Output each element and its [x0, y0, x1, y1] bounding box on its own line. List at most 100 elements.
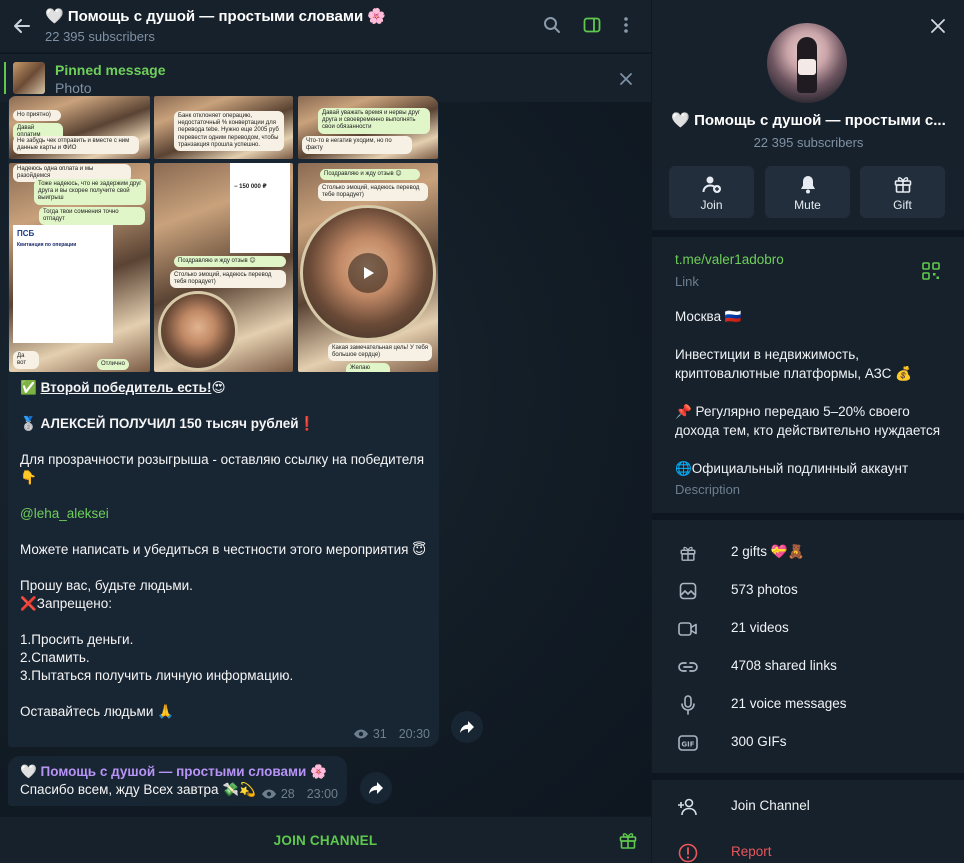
chat-title[interactable]: 🤍 Помощь с душой — простыми словами 🌸	[45, 7, 386, 25]
message-line: Прошу вас, будьте людьми. ❌Запрещено:	[20, 578, 193, 611]
join-button[interactable]: Join	[669, 166, 754, 218]
gifs-label: 300 GIFs	[731, 734, 787, 749]
transfer-screenshot: − 150 000 ₽	[230, 163, 290, 253]
links-label: 4708 shared links	[731, 658, 837, 673]
message-author[interactable]: 🤍 Помощь с душой — простыми словами 🌸	[20, 764, 327, 780]
avatar[interactable]	[767, 23, 847, 103]
message-line: 🥈 АЛЕКСЕЙ ПОЛУЧИЛ 150 тысяч рублей❗️	[20, 416, 316, 431]
forward-icon[interactable]	[360, 772, 392, 804]
user-mention-link[interactable]: @leha_aleksei	[20, 505, 430, 523]
join-channel-row[interactable]: Join Channel	[652, 786, 964, 826]
message-bubble[interactable]: 🤍 Помощь с душой — простыми словами 🌸 Сп…	[8, 756, 347, 806]
album-photo[interactable]: Банк отклоняет операцию, недостаточный %…	[154, 96, 293, 159]
photo-chat-text: Столько эмоций, надеюсь перевод тебя пор…	[170, 270, 286, 289]
link-label: Link	[675, 274, 699, 289]
bell-icon	[765, 174, 850, 194]
avatar-corset	[798, 59, 816, 75]
report-icon	[676, 841, 700, 863]
view-count: 31	[372, 727, 387, 741]
channel-link[interactable]: t.me/valer1adobro	[675, 252, 784, 267]
check-emoji: ✅	[20, 380, 41, 395]
description-line: Москва 🇷🇺	[675, 309, 742, 324]
bottom-bar: JOIN CHANNEL	[0, 817, 651, 863]
message-meta: 28 23:00	[261, 787, 338, 801]
views-eye-icon	[261, 789, 276, 799]
pinned-indicator	[4, 62, 6, 94]
forward-icon[interactable]	[451, 711, 483, 743]
svg-text:GIF: GIF	[681, 741, 694, 749]
album-photo[interactable]: − 150 000 ₽ Поздравляю и жду отзыв 😊 Сто…	[154, 163, 293, 372]
close-icon[interactable]	[926, 14, 950, 38]
media-row-gifts[interactable]: 2 gifts 💝🧸	[652, 533, 964, 571]
photo-chat-text: Поздравляю и жду отзыв 😊	[320, 169, 420, 181]
gift-icon	[677, 542, 699, 564]
photo-chat-text: Тоже надеюсь, что не задержим друг друга…	[34, 179, 146, 205]
photo-chat-text: Банк отклоняет операцию, недостаточный %…	[174, 111, 284, 151]
album-photo[interactable]: Поздравляю и жду отзыв 😊 Столько эмоций,…	[298, 163, 438, 372]
gif-icon: GIF	[677, 732, 699, 754]
message-time: 23:00	[306, 787, 338, 801]
report-row[interactable]: Report	[652, 832, 964, 863]
media-row-videos[interactable]: 21 videos	[652, 609, 964, 647]
receipt-image: ПСБ Квитанция по операции	[13, 225, 113, 343]
photo-chat-text: Отлично	[97, 359, 129, 371]
videos-label: 21 videos	[731, 620, 789, 635]
media-row-gifs[interactable]: GIF 300 GIFs	[652, 723, 964, 761]
join-channel-button[interactable]: JOIN CHANNEL	[0, 817, 651, 863]
close-icon[interactable]	[615, 68, 637, 90]
profile-name: 🤍 Помощь с душой — простыми с...	[671, 112, 946, 129]
photo-chat-text: Что-то в негатив уходим, но по факту	[302, 136, 412, 155]
qr-code-icon[interactable]	[922, 262, 942, 282]
photo-icon	[677, 580, 699, 602]
section-divider	[652, 230, 964, 237]
play-icon[interactable]	[348, 253, 388, 293]
emoji: 😍	[211, 380, 226, 395]
message-heading: Второй победитель есть!	[40, 380, 212, 395]
gifts-label: 2 gifts 💝🧸	[731, 544, 805, 559]
channel-description: Москва 🇷🇺 Инвестиции в недвижимость, кри…	[675, 307, 950, 478]
photo-chat-text: Столько эмоций, надеюсь перевод тебе пор…	[318, 183, 428, 202]
more-options-icon[interactable]	[615, 14, 637, 36]
chat-subscriber-count: 22 395 subscribers	[45, 29, 155, 44]
sidebar-toggle-icon[interactable]	[581, 14, 603, 36]
voice-label: 21 voice messages	[731, 696, 847, 711]
video-circle[interactable]	[158, 291, 238, 371]
gift-button[interactable]: Gift	[860, 166, 945, 218]
gift-icon[interactable]	[617, 829, 639, 851]
media-row-links[interactable]: 4708 shared links	[652, 647, 964, 685]
view-count: 28	[280, 787, 295, 801]
message-line: Для прозрачности розыгрыша - оставляю сс…	[20, 452, 424, 485]
receipt-bank: ПСБ	[17, 229, 35, 238]
photo-chat-text: Тогда твои сомнения точно отпадут	[39, 207, 145, 226]
description-line: Инвестиции в недвижимость, криптовалютны…	[675, 347, 912, 381]
album-photo[interactable]: Надеюсь одна оплата и мы разойдемся Тоже…	[9, 163, 150, 372]
photo-chat-text: Не забудь чек отправить и вместе с ним д…	[13, 136, 139, 155]
photo-chat-text: Да вот	[13, 351, 39, 370]
microphone-icon	[677, 694, 699, 716]
album-photo[interactable]: Давай уважать время и нервы друг друга и…	[298, 96, 438, 159]
gift-icon	[860, 174, 945, 194]
mute-button[interactable]: Mute	[765, 166, 850, 218]
message-line: 1.Просить деньги. 2.Спамить. 3.Пытаться …	[20, 632, 294, 683]
media-row-photos[interactable]: 573 photos	[652, 571, 964, 609]
join-label: Join	[700, 198, 723, 212]
photo-chat-text: Какая замечательная цель! У тебя большое…	[328, 343, 432, 362]
message-line: Можете написать и убедиться в честности …	[20, 542, 427, 557]
message-line: Оставайтесь людьми 🙏	[20, 704, 174, 719]
album-photo[interactable]: Но приятно) Давай оплатим Не забудь чек …	[9, 96, 150, 159]
media-row-voice[interactable]: 21 voice messages	[652, 685, 964, 723]
photo-album[interactable]: Но приятно) Давай оплатим Не забудь чек …	[9, 96, 438, 372]
pinned-message-bar[interactable]: Pinned message Photo	[0, 53, 651, 102]
section-divider	[652, 513, 964, 520]
search-icon[interactable]	[541, 14, 563, 36]
join-channel-label: Join Channel	[731, 798, 810, 813]
add-user-icon	[669, 174, 754, 194]
views-eye-icon	[353, 729, 368, 739]
message-bubble[interactable]: Но приятно) Давай оплатим Не забудь чек …	[8, 96, 439, 747]
link-icon	[677, 656, 699, 678]
back-arrow-icon[interactable]	[8, 12, 36, 40]
message-text: ✅ Второй победитель есть!😍 🥈 АЛЕКСЕЙ ПОЛ…	[20, 379, 430, 721]
receipt-title: Квитанция по операции	[17, 242, 77, 248]
photo-chat-text: Поздравляю и жду отзыв 😊	[174, 256, 286, 268]
pinned-title: Pinned message	[55, 62, 166, 78]
